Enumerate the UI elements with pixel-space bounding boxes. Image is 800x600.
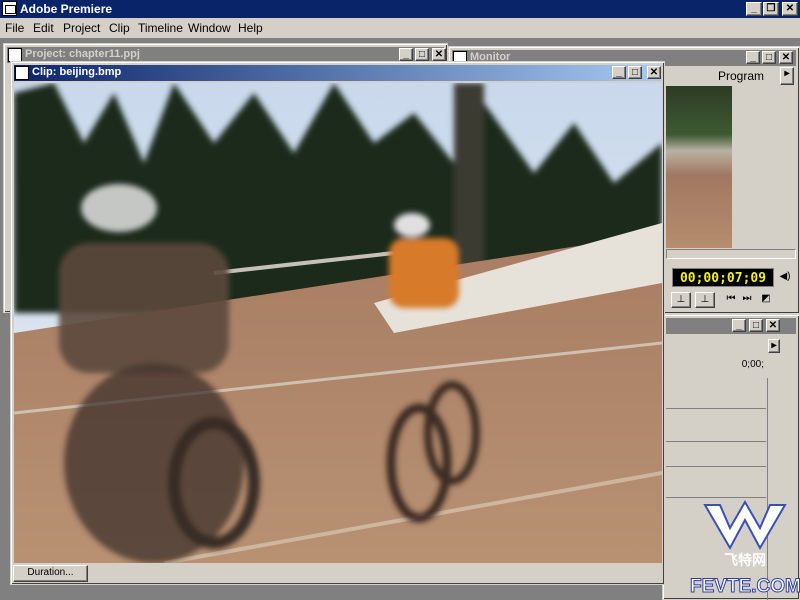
timeline-audio-track[interactable] (666, 466, 766, 498)
clip-minimize-button[interactable]: _ (612, 66, 626, 79)
menu-window[interactable]: Window (188, 21, 231, 35)
menu-timeline[interactable]: Timeline (138, 21, 183, 35)
duration-button[interactable]: Duration... (13, 565, 88, 582)
minimize-button[interactable]: _ (746, 2, 762, 16)
stop-icon[interactable]: ◩ (760, 292, 772, 306)
timeline-titlebar[interactable]: _ □ ✕ (666, 318, 796, 334)
step-forward-icon[interactable]: ⏭ (741, 292, 753, 306)
watermark-text: FEVTE.COM (690, 576, 800, 598)
program-preview (666, 86, 732, 248)
timeline-video-track[interactable] (666, 408, 766, 442)
clip-title: Clip: beijing.bmp (32, 66, 122, 78)
timeline-close-button[interactable]: ✕ (766, 319, 780, 332)
project-window-icon (8, 48, 22, 62)
timeline-ruler-readout: 0;00; (741, 359, 764, 370)
watermark-chinese: 飞特网 (724, 552, 766, 568)
project-title: Project: chapter11.ppj (25, 48, 140, 60)
clip-window-icon (15, 66, 29, 80)
timeline-maximize-button[interactable]: □ (749, 319, 763, 332)
clip-titlebar[interactable]: Clip: beijing.bmp _ □ ✕ (14, 65, 661, 81)
project-close-button[interactable]: ✕ (432, 48, 446, 61)
monitor-minimize-button[interactable]: _ (746, 51, 760, 64)
timeline-minimize-button[interactable]: _ (732, 319, 746, 332)
app-title: Adobe Premiere (20, 2, 113, 16)
mark-in-button[interactable]: ⊥ (671, 292, 691, 308)
menu-clip[interactable]: Clip (109, 21, 130, 35)
clip-image-cyclists (14, 83, 662, 563)
mark-out-button[interactable]: ⊥ (695, 292, 715, 308)
clip-maximize-button[interactable]: □ (628, 66, 642, 79)
tab-program[interactable]: Program (718, 69, 764, 83)
project-maximize-button[interactable]: □ (415, 48, 429, 61)
project-minimize-button[interactable]: _ (399, 48, 413, 61)
monitor-maximize-button[interactable]: □ (762, 51, 776, 64)
cyclists-photo (14, 83, 662, 563)
fevte-watermark: 飞特网 FEVTE.COM (690, 499, 800, 600)
clip-close-button[interactable]: ✕ (647, 66, 661, 79)
menu-edit[interactable]: Edit (33, 21, 54, 35)
menu-file[interactable]: File (5, 21, 24, 35)
menu-help[interactable]: Help (238, 21, 263, 35)
menu-bar: File Edit Project Clip Timeline Window H… (0, 18, 800, 38)
restore-button[interactable]: ❐ (763, 2, 779, 16)
timeline-menu-arrow[interactable]: ▸ (768, 339, 780, 353)
app-titlebar[interactable]: Adobe Premiere _ ❐ ✕ (0, 0, 800, 18)
monitor-close-button[interactable]: ✕ (779, 51, 793, 64)
monitor-scrub-bar[interactable] (666, 249, 796, 259)
step-back-icon[interactable]: ⏮ (725, 292, 737, 306)
timecode-display[interactable]: 00;00;07;09 (672, 268, 774, 287)
close-button[interactable]: ✕ (782, 2, 798, 16)
monitor-menu-arrow[interactable]: ▸ (780, 67, 794, 85)
timeline-ruler[interactable]: 0;00; (666, 356, 766, 376)
volume-icon[interactable]: ◀) (778, 270, 792, 284)
menu-project[interactable]: Project (63, 21, 100, 35)
premiere-app-icon[interactable] (2, 1, 17, 16)
